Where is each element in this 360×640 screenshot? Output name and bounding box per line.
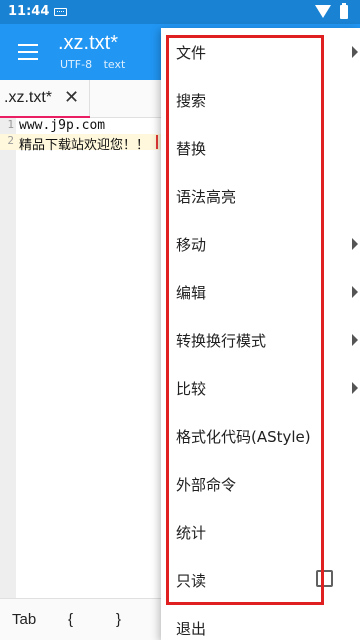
menu-item-label: 文件	[176, 44, 207, 62]
line-text[interactable]: 精品下载站欢迎您！！	[19, 134, 149, 153]
menu-item-external-command[interactable]: 外部命令	[161, 460, 360, 508]
symbol-close-brace[interactable]: }	[116, 611, 121, 628]
menu-item-replace[interactable]: 替换	[161, 124, 360, 172]
menu-item-label: 统计	[176, 524, 207, 542]
menu-item-search[interactable]: 搜索	[161, 76, 360, 124]
menu-item-label: 退出	[176, 620, 207, 638]
menu-item-convert-line-endings[interactable]: 转换换行模式	[161, 316, 360, 364]
menu-item-edit[interactable]: 编辑	[161, 268, 360, 316]
menu-item-format-code[interactable]: 格式化代码(AStyle)	[161, 412, 360, 460]
close-icon[interactable]: ✕	[64, 87, 79, 108]
tab-file[interactable]: .xz.txt* ✕	[0, 80, 90, 119]
symbol-open-brace[interactable]: {	[68, 611, 73, 628]
menu-item-file[interactable]: 文件	[161, 28, 360, 76]
menu-item-label: 外部命令	[176, 476, 237, 494]
menu-item-label: 搜索	[176, 92, 207, 110]
status-time: 11:44	[8, 4, 50, 19]
menu-item-move[interactable]: 移动	[161, 220, 360, 268]
menu-item-exit[interactable]: 退出	[161, 604, 360, 640]
menu-item-label: 编辑	[176, 284, 207, 302]
symbol-tab-key[interactable]: Tab	[12, 611, 36, 628]
chevron-right-icon	[352, 46, 358, 58]
chevron-right-icon	[352, 286, 358, 298]
menu-item-syntax-highlight[interactable]: 语法高亮	[161, 172, 360, 220]
keyboard-icon	[54, 8, 67, 16]
menu-item-label: 格式化代码(AStyle)	[176, 428, 311, 446]
line-text[interactable]: www.j9p.com	[19, 118, 105, 133]
checkbox-icon[interactable]	[316, 570, 333, 587]
chevron-right-icon	[352, 238, 358, 250]
text-cursor	[156, 135, 158, 149]
chevron-right-icon	[352, 382, 358, 394]
line-number: 1	[7, 118, 14, 131]
file-info: UTF-8 text	[60, 58, 133, 71]
mode-label: text	[103, 58, 126, 71]
line-gutter	[0, 118, 16, 598]
chevron-right-icon	[352, 334, 358, 346]
menu-icon[interactable]	[18, 44, 38, 60]
menu-item-label: 替换	[176, 140, 207, 158]
wifi-icon	[315, 5, 331, 18]
tab-label: .xz.txt*	[4, 89, 53, 106]
menu-item-read-only[interactable]: 只读	[161, 556, 360, 604]
battery-icon	[340, 3, 348, 19]
menu-item-compare[interactable]: 比较	[161, 364, 360, 412]
file-title: .xz.txt*	[58, 32, 119, 54]
menu-item-label: 移动	[176, 236, 207, 254]
encoding-label: UTF-8	[60, 58, 93, 71]
menu-item-label: 转换换行模式	[176, 332, 267, 350]
menu-item-statistics[interactable]: 统计	[161, 508, 360, 556]
menu-item-label: 只读	[176, 572, 207, 590]
overflow-menu: 文件 搜索 替换 语法高亮 移动 编辑 转换换行模式 比较 格式化代码(ASty…	[161, 28, 360, 640]
menu-item-label: 语法高亮	[176, 188, 237, 206]
line-number: 2	[7, 134, 14, 147]
menu-item-label: 比较	[176, 380, 207, 398]
status-bar: 11:44	[0, 0, 360, 24]
